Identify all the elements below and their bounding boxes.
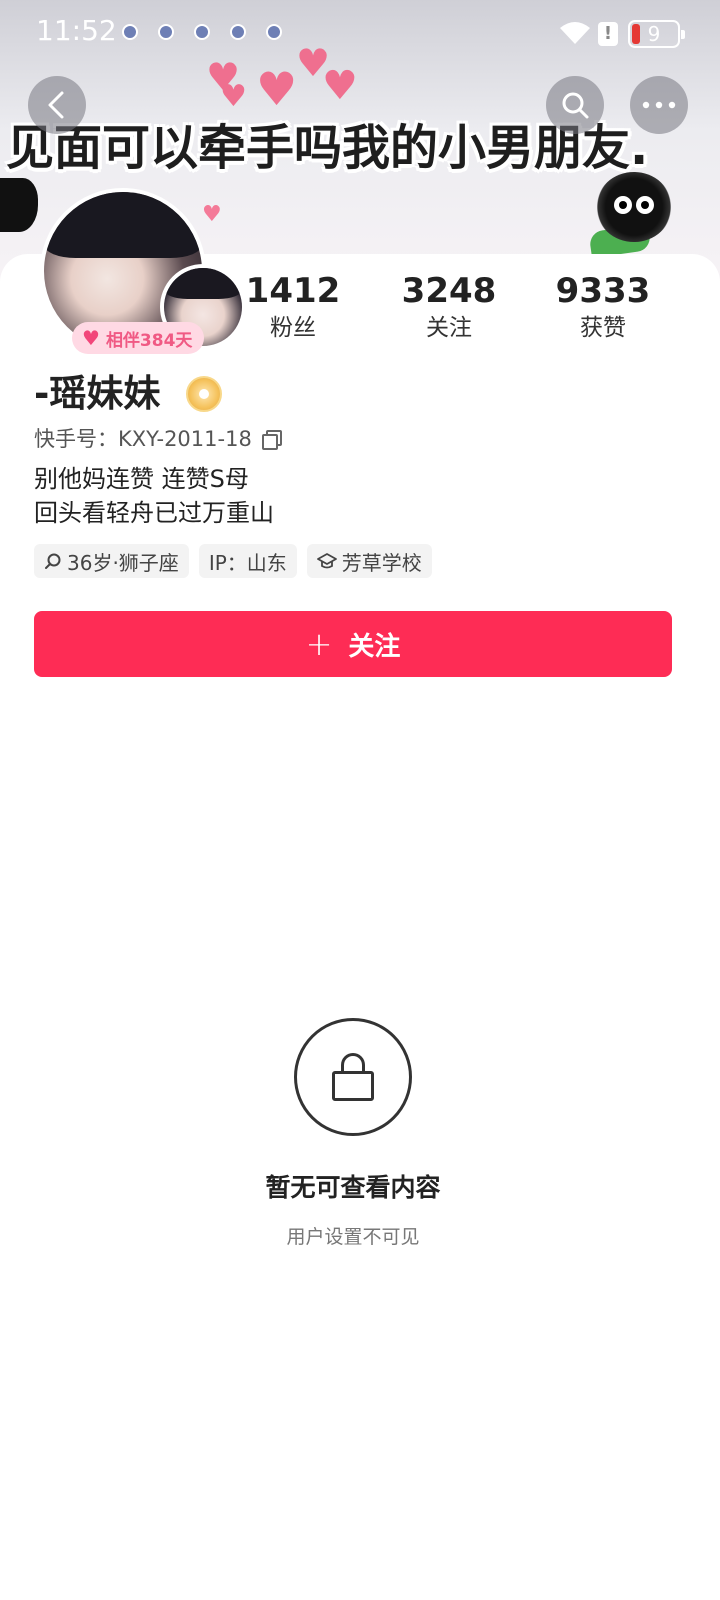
banner-decoration	[0, 178, 38, 232]
more-dots-icon	[642, 101, 676, 109]
wifi-icon	[560, 22, 590, 44]
user-id: 快手号：KXY-2011-18	[34, 427, 252, 451]
profile-card	[0, 254, 720, 1600]
stat-fans[interactable]: 1412 粉丝	[218, 270, 368, 344]
stat-fans-count: 1412	[245, 271, 341, 311]
bio-line: 别他妈连赞 连赞S母	[34, 465, 249, 493]
stat-following-count: 3248	[401, 271, 497, 311]
lock-badge	[294, 1018, 412, 1136]
user-id-row[interactable]: 快手号：KXY-2011-18	[34, 424, 282, 454]
stat-likes-count: 9333	[555, 271, 651, 311]
heart-icon: ♥	[322, 63, 358, 109]
heart-icon: ♥	[82, 326, 100, 350]
lock-icon	[332, 1053, 374, 1101]
medal-icon[interactable]	[186, 376, 222, 412]
plus-icon: +	[305, 625, 333, 663]
tag-ip[interactable]: IP：山东	[198, 544, 297, 578]
stat-fans-label: 粉丝	[270, 315, 316, 341]
battery-level: 9	[647, 22, 661, 46]
companion-badge-label: 相伴384天	[105, 330, 193, 351]
stat-likes[interactable]: 9333 获赞	[528, 270, 678, 344]
notification-icon	[230, 24, 246, 40]
notification-icon	[122, 24, 138, 40]
chevron-left-icon	[48, 91, 64, 119]
search-button[interactable]	[546, 76, 604, 134]
notification-icon	[194, 24, 210, 40]
empty-state-subtitle: 用户设置不可见	[286, 1226, 420, 1248]
tag-age-zodiac[interactable]: 36岁·狮子座	[34, 544, 189, 578]
bio-line: 回头看轻舟已过万重山	[34, 499, 274, 527]
heart-icon: ♥	[202, 202, 222, 227]
notification-icon	[266, 24, 282, 40]
status-time: 11:52	[36, 14, 117, 47]
follow-button-label: 关注	[348, 631, 401, 662]
notification-icon	[158, 24, 174, 40]
stat-following[interactable]: 3248 关注	[374, 270, 524, 344]
profile-tags: 36岁·狮子座 IP：山东 芳草学校	[34, 544, 432, 578]
profile-name: -瑶妹妹	[34, 372, 161, 415]
companion-badge[interactable]: ♥ 相伴384天	[72, 322, 205, 354]
tag-school[interactable]: 芳草学校	[306, 544, 432, 578]
alert-icon: !	[598, 22, 618, 46]
graduation-cap-icon	[316, 553, 337, 569]
search-icon	[562, 92, 589, 119]
search-icon	[45, 553, 61, 569]
profile-bio: 别他妈连赞 连赞S母 回头看轻舟已过万重山	[34, 462, 274, 530]
stat-following-label: 关注	[426, 315, 472, 341]
follow-button[interactable]: + 关注	[34, 611, 672, 677]
empty-state-title: 暂无可查看内容	[265, 1173, 441, 1202]
soot-sprite-decoration	[596, 172, 672, 242]
status-bar: 11:52 ! 9	[0, 0, 720, 66]
heart-icon: ♥	[256, 62, 298, 116]
battery-icon: 9	[628, 20, 685, 48]
tag-label: 芳草学校	[341, 550, 422, 575]
tag-label: 36岁·狮子座	[67, 550, 179, 575]
more-button[interactable]	[630, 76, 688, 134]
stat-likes-label: 获赞	[580, 315, 626, 341]
back-button[interactable]	[28, 76, 86, 134]
copy-icon[interactable]	[261, 430, 282, 450]
tag-label: IP：山东	[208, 550, 287, 575]
notification-icons	[122, 24, 282, 40]
